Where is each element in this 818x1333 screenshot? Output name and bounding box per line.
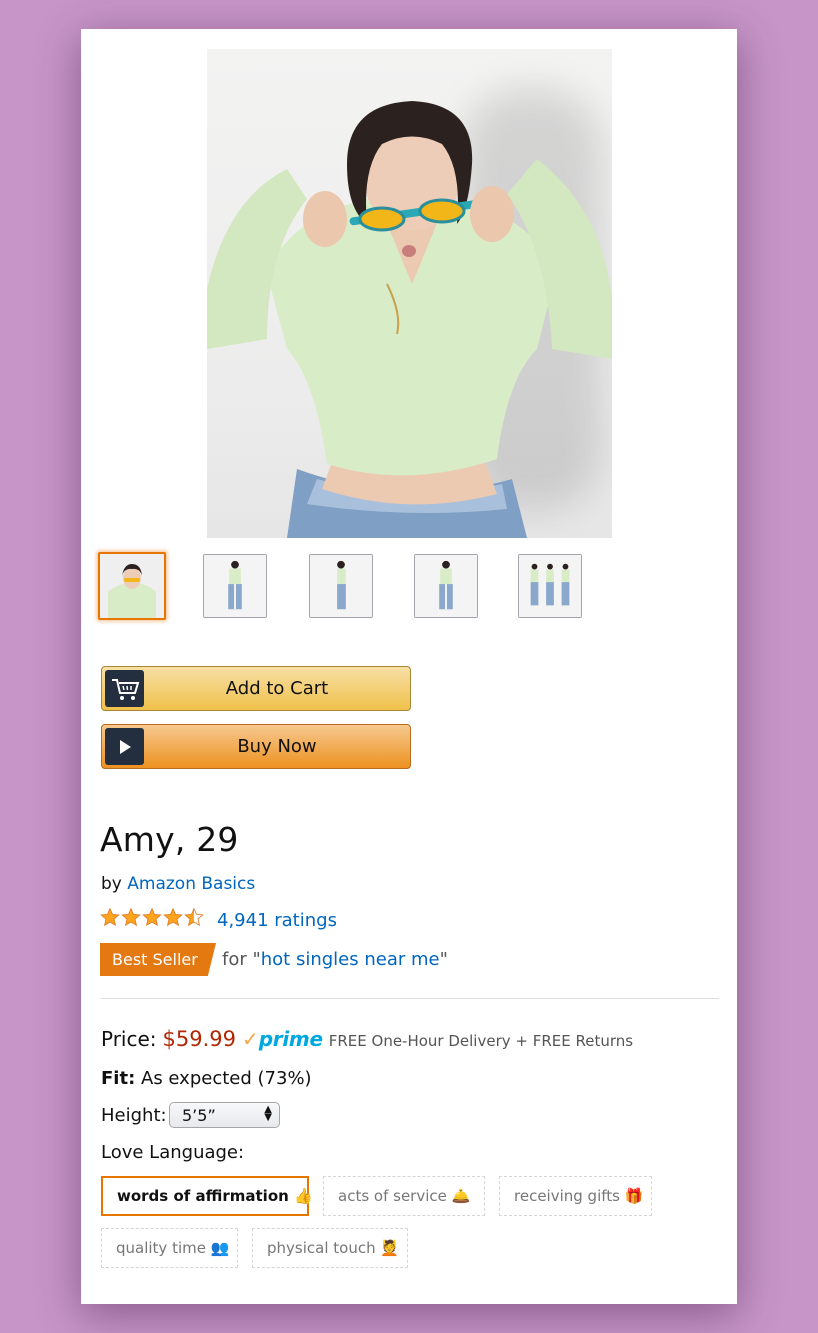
star-icon xyxy=(163,907,183,927)
height-value: 5’5” xyxy=(182,1106,216,1125)
option-label: words of affirmation 👍 xyxy=(117,1187,313,1205)
height-label: Height: xyxy=(101,1105,167,1126)
main-product-image[interactable] xyxy=(207,49,612,538)
thumbnail-4[interactable] xyxy=(414,554,478,618)
love-language-option[interactable]: acts of service 🛎️ xyxy=(323,1176,485,1216)
price-value: $59.99 xyxy=(162,1027,237,1051)
product-title: Amy, 29 xyxy=(100,820,239,859)
buy-now-button[interactable]: Buy Now xyxy=(101,724,411,769)
badge-label: Best Seller xyxy=(112,950,198,969)
thumbnail-3[interactable] xyxy=(309,554,373,618)
badge-category-line: for "hot singles near me" xyxy=(222,949,448,970)
star-icon xyxy=(142,907,162,927)
love-language-label: Love Language: xyxy=(101,1142,245,1163)
price-row: Price: $59.99 ✓ prime FREE One-Hour Deliv… xyxy=(101,1027,633,1051)
category-link[interactable]: hot singles near me xyxy=(261,949,440,970)
love-language-option[interactable]: words of affirmation 👍 xyxy=(101,1176,313,1216)
prime-check-icon: ✓ xyxy=(242,1027,259,1051)
option-label: receiving gifts 🎁 xyxy=(514,1187,644,1205)
prime-word: prime xyxy=(258,1027,323,1051)
star-icon xyxy=(100,907,120,927)
height-select[interactable]: 5’5” ▲ ▼ xyxy=(169,1102,280,1128)
brand-link[interactable]: Amazon Basics xyxy=(127,874,255,894)
prime-logo: ✓ prime xyxy=(242,1027,323,1051)
select-arrows-icon: ▲ ▼ xyxy=(264,1104,272,1123)
option-label: physical touch 💆 xyxy=(267,1239,400,1257)
delivery-text: FREE One-Hour Delivery + FREE Returns xyxy=(328,1032,634,1050)
love-language-option[interactable]: quality time 👥 xyxy=(101,1228,238,1268)
cart-icon xyxy=(105,670,144,707)
star-rating[interactable] xyxy=(100,907,204,931)
buy-now-label: Buy Now xyxy=(237,736,317,757)
add-to-cart-button[interactable]: Add to Cart xyxy=(101,666,411,711)
add-to-cart-label: Add to Cart xyxy=(225,678,329,699)
fit-label: Fit: xyxy=(101,1068,136,1089)
love-language-option[interactable]: receiving gifts 🎁 xyxy=(499,1176,652,1216)
play-icon xyxy=(105,728,144,765)
best-seller-badge: Best Seller xyxy=(100,943,216,976)
fit-row: Fit: As expected (73%) xyxy=(101,1068,312,1089)
thumbnail-5[interactable] xyxy=(518,554,582,618)
divider xyxy=(101,998,719,999)
for-prefix: for " xyxy=(222,949,261,970)
love-language-option[interactable]: physical touch 💆 xyxy=(252,1228,408,1268)
price-label: Price: xyxy=(101,1027,157,1051)
option-label: quality time 👥 xyxy=(116,1239,230,1257)
fit-value: As expected (73%) xyxy=(141,1068,312,1089)
star-icon xyxy=(121,907,141,927)
half-star-icon xyxy=(184,907,204,927)
ratings-link[interactable]: 4,941 ratings xyxy=(217,910,337,931)
by-prefix: by xyxy=(101,874,122,894)
byline: by Amazon Basics xyxy=(101,874,255,894)
thumbnail-2[interactable] xyxy=(203,554,267,618)
option-label: acts of service 🛎️ xyxy=(338,1187,471,1205)
for-suffix: " xyxy=(439,949,448,970)
thumbnail-1[interactable] xyxy=(98,552,166,620)
